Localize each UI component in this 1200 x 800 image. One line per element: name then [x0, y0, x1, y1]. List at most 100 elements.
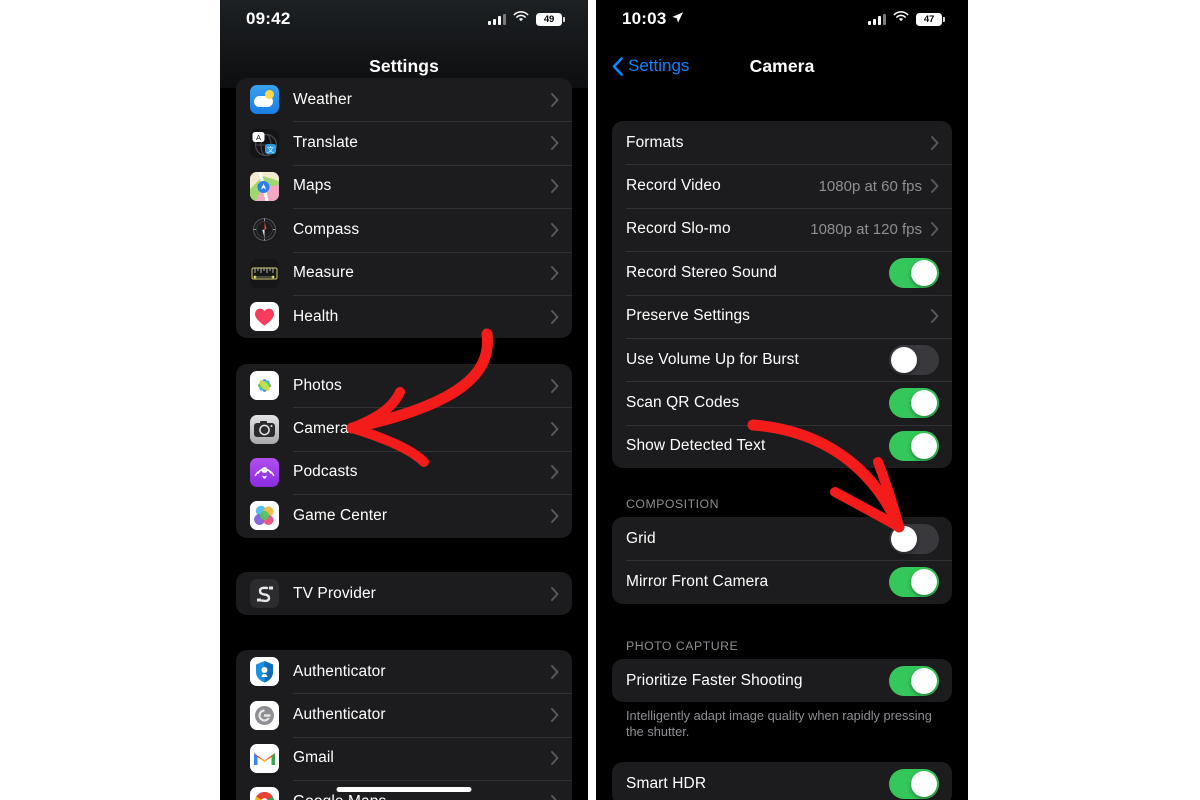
toggle-knob: [891, 347, 917, 373]
row-label: Camera: [293, 420, 551, 438]
chevron-left-icon: [612, 57, 623, 76]
apps-group-1: Weather A文 Translate Maps: [236, 78, 572, 338]
row-preserve-settings[interactable]: Preserve Settings: [612, 295, 952, 338]
toggle-knob: [911, 433, 937, 459]
toggle-smart-hdr[interactable]: [889, 769, 939, 799]
chevron-right-icon: [551, 587, 559, 601]
row-label: Show Detected Text: [626, 437, 889, 455]
toggle-scan-qr-codes[interactable]: [889, 388, 939, 418]
sidebar-item-health[interactable]: Health: [236, 295, 572, 338]
camera-app-icon: [250, 415, 279, 444]
sidebar-item-photos[interactable]: Photos: [236, 364, 572, 407]
sidebar-item-translate[interactable]: A文 Translate: [236, 121, 572, 164]
row-record-slo-mo[interactable]: Record Slo-mo 1080p at 120 fps: [612, 208, 952, 251]
status-time: 09:42: [246, 9, 290, 29]
toggle-grid[interactable]: [889, 524, 939, 554]
section-footer-photo-capture: Intelligently adapt image quality when r…: [626, 708, 940, 740]
apps-group-3: TV Provider: [236, 572, 572, 615]
page-title: Camera: [750, 56, 815, 77]
sidebar-item-authenticator-blue[interactable]: Authenticator: [236, 650, 572, 693]
battery-percent: 47: [924, 14, 934, 25]
wifi-icon: [893, 10, 909, 28]
tvprovider-app-icon: [250, 579, 279, 608]
sidebar-item-camera[interactable]: Camera: [236, 407, 572, 450]
camera-group-1: Formats Record Video 1080p at 60 fps Rec…: [612, 121, 952, 468]
photos-app-icon: [250, 371, 279, 400]
podcasts-app-icon: [250, 458, 279, 487]
sidebar-item-gmail[interactable]: Gmail: [236, 737, 572, 780]
chevron-right-icon: [551, 93, 559, 107]
gamecenter-app-icon: [250, 501, 279, 530]
wifi-icon: [513, 10, 529, 28]
row-label: Compass: [293, 221, 551, 239]
measure-app-icon: [250, 259, 279, 288]
settings-list[interactable]: Weather A文 Translate Maps: [220, 0, 588, 800]
row-label: Google Maps: [293, 793, 551, 800]
row-label: Authenticator: [293, 663, 551, 681]
camera-group-photo-capture: Prioritize Faster Shooting: [612, 659, 952, 702]
row-label: Formats: [626, 134, 931, 152]
sidebar-item-compass[interactable]: Compass: [236, 208, 572, 251]
chevron-right-icon: [551, 795, 559, 800]
row-label: Smart HDR: [626, 775, 889, 793]
toggle-use-volume-up-for-burst[interactable]: [889, 345, 939, 375]
svg-text:A: A: [256, 133, 261, 142]
camera-settings-list[interactable]: Formats Record Video 1080p at 60 fps Rec…: [596, 0, 968, 800]
chevron-right-icon: [551, 509, 559, 523]
camera-group-smart-hdr: Smart HDR: [612, 762, 952, 800]
authenticator-blue-app-icon: [250, 657, 279, 686]
row-label: Record Slo-mo: [626, 220, 810, 238]
row-label: Maps: [293, 177, 551, 195]
row-show-detected-text[interactable]: Show Detected Text: [612, 425, 952, 468]
row-label: Measure: [293, 264, 551, 282]
translate-app-icon: A文: [250, 129, 279, 158]
sidebar-item-measure[interactable]: Measure: [236, 252, 572, 295]
sidebar-item-podcasts[interactable]: Podcasts: [236, 451, 572, 494]
toggle-knob: [911, 260, 937, 286]
toggle-knob: [911, 771, 937, 797]
page-title: Settings: [369, 56, 439, 77]
sidebar-item-tv-provider[interactable]: TV Provider: [236, 572, 572, 615]
sidebar-item-game-center[interactable]: Game Center: [236, 494, 572, 537]
right-status-bar: 10:03 47: [596, 0, 968, 38]
row-mirror-front-camera[interactable]: Mirror Front Camera: [612, 560, 952, 603]
left-status-bar: 09:42 49: [220, 0, 588, 38]
battery-icon: 47: [916, 13, 942, 26]
row-record-video[interactable]: Record Video 1080p at 60 fps: [612, 164, 952, 207]
back-button[interactable]: Settings: [612, 56, 689, 76]
row-formats[interactable]: Formats: [612, 121, 952, 164]
row-label: Mirror Front Camera: [626, 573, 889, 591]
status-time: 10:03: [622, 9, 684, 29]
weather-app-icon: [250, 85, 279, 114]
row-scan-qr-codes[interactable]: Scan QR Codes: [612, 381, 952, 424]
sidebar-item-maps[interactable]: Maps: [236, 165, 572, 208]
health-app-icon: [250, 302, 279, 331]
row-prioritize-faster-shooting[interactable]: Prioritize Faster Shooting: [612, 659, 952, 702]
sidebar-item-authenticator-gray[interactable]: Authenticator: [236, 693, 572, 736]
row-use-volume-up-for-burst[interactable]: Use Volume Up for Burst: [612, 338, 952, 381]
toggle-record-stereo-sound[interactable]: [889, 258, 939, 288]
chevron-right-icon: [551, 266, 559, 280]
battery-icon: 49: [536, 13, 562, 26]
compass-app-icon: [250, 215, 279, 244]
toggle-knob: [911, 569, 937, 595]
left-nav-bar: Settings: [220, 44, 588, 88]
gmail-app-icon: [250, 744, 279, 773]
row-label: Photos: [293, 377, 551, 395]
row-label: Preserve Settings: [626, 307, 931, 325]
row-grid[interactable]: Grid: [612, 517, 952, 560]
row-label: Weather: [293, 91, 551, 109]
apps-group-4: Authenticator Authenticator Gmail: [236, 650, 572, 800]
chevron-right-icon: [551, 751, 559, 765]
authenticator-gray-app-icon: [250, 701, 279, 730]
row-label: Record Stereo Sound: [626, 264, 889, 282]
row-record-stereo-sound[interactable]: Record Stereo Sound: [612, 251, 952, 294]
toggle-mirror-front-camera[interactable]: [889, 567, 939, 597]
chevron-right-icon: [551, 136, 559, 150]
row-smart-hdr[interactable]: Smart HDR: [612, 762, 952, 800]
toggle-show-detected-text[interactable]: [889, 431, 939, 461]
status-time-text: 10:03: [622, 9, 666, 29]
maps-app-icon: [250, 172, 279, 201]
row-label: Podcasts: [293, 463, 551, 481]
toggle-prioritize-faster-shooting[interactable]: [889, 666, 939, 696]
